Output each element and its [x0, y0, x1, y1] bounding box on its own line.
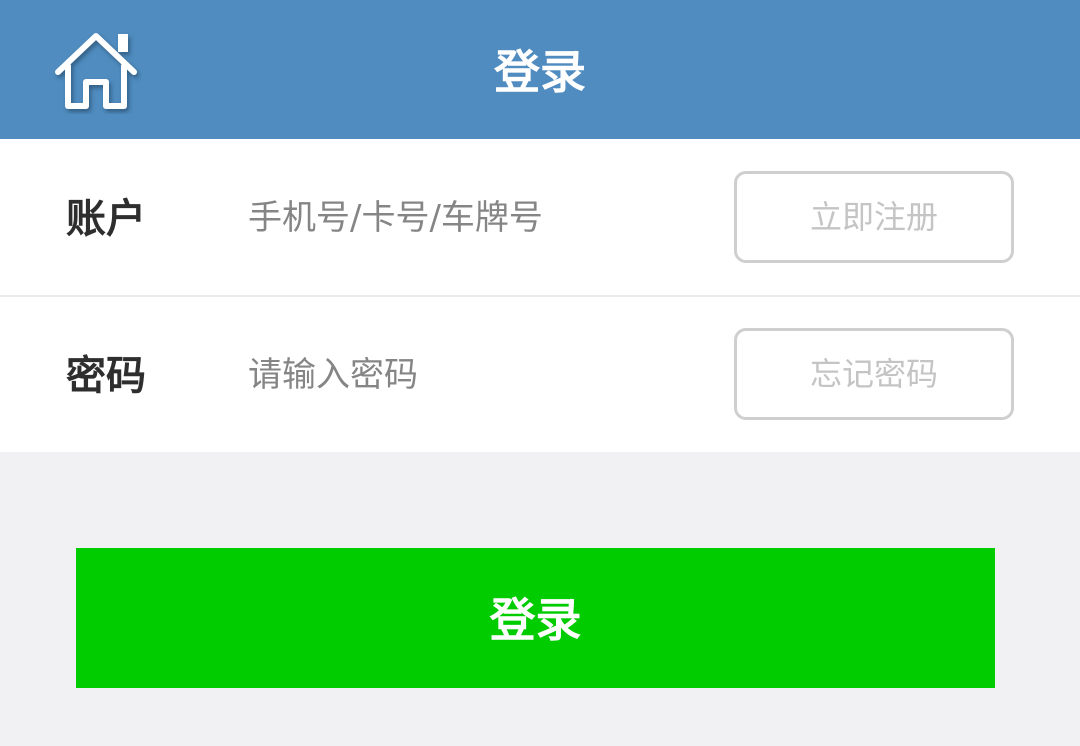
login-button[interactable]: 登录: [76, 548, 995, 688]
header-bar: 登录: [0, 0, 1080, 139]
password-input[interactable]: [248, 344, 708, 406]
register-button[interactable]: 立即注册: [734, 171, 1014, 263]
password-row: 密码 忘记密码: [0, 296, 1080, 452]
page-title: 登录: [494, 45, 586, 99]
account-label: 账户: [66, 196, 146, 242]
account-input[interactable]: [248, 187, 708, 249]
login-form: 账户 立即注册 密码 忘记密码: [0, 139, 1080, 452]
forgot-password-button[interactable]: 忘记密码: [734, 328, 1014, 420]
account-row: 账户 立即注册: [0, 139, 1080, 295]
password-label: 密码: [66, 353, 146, 399]
